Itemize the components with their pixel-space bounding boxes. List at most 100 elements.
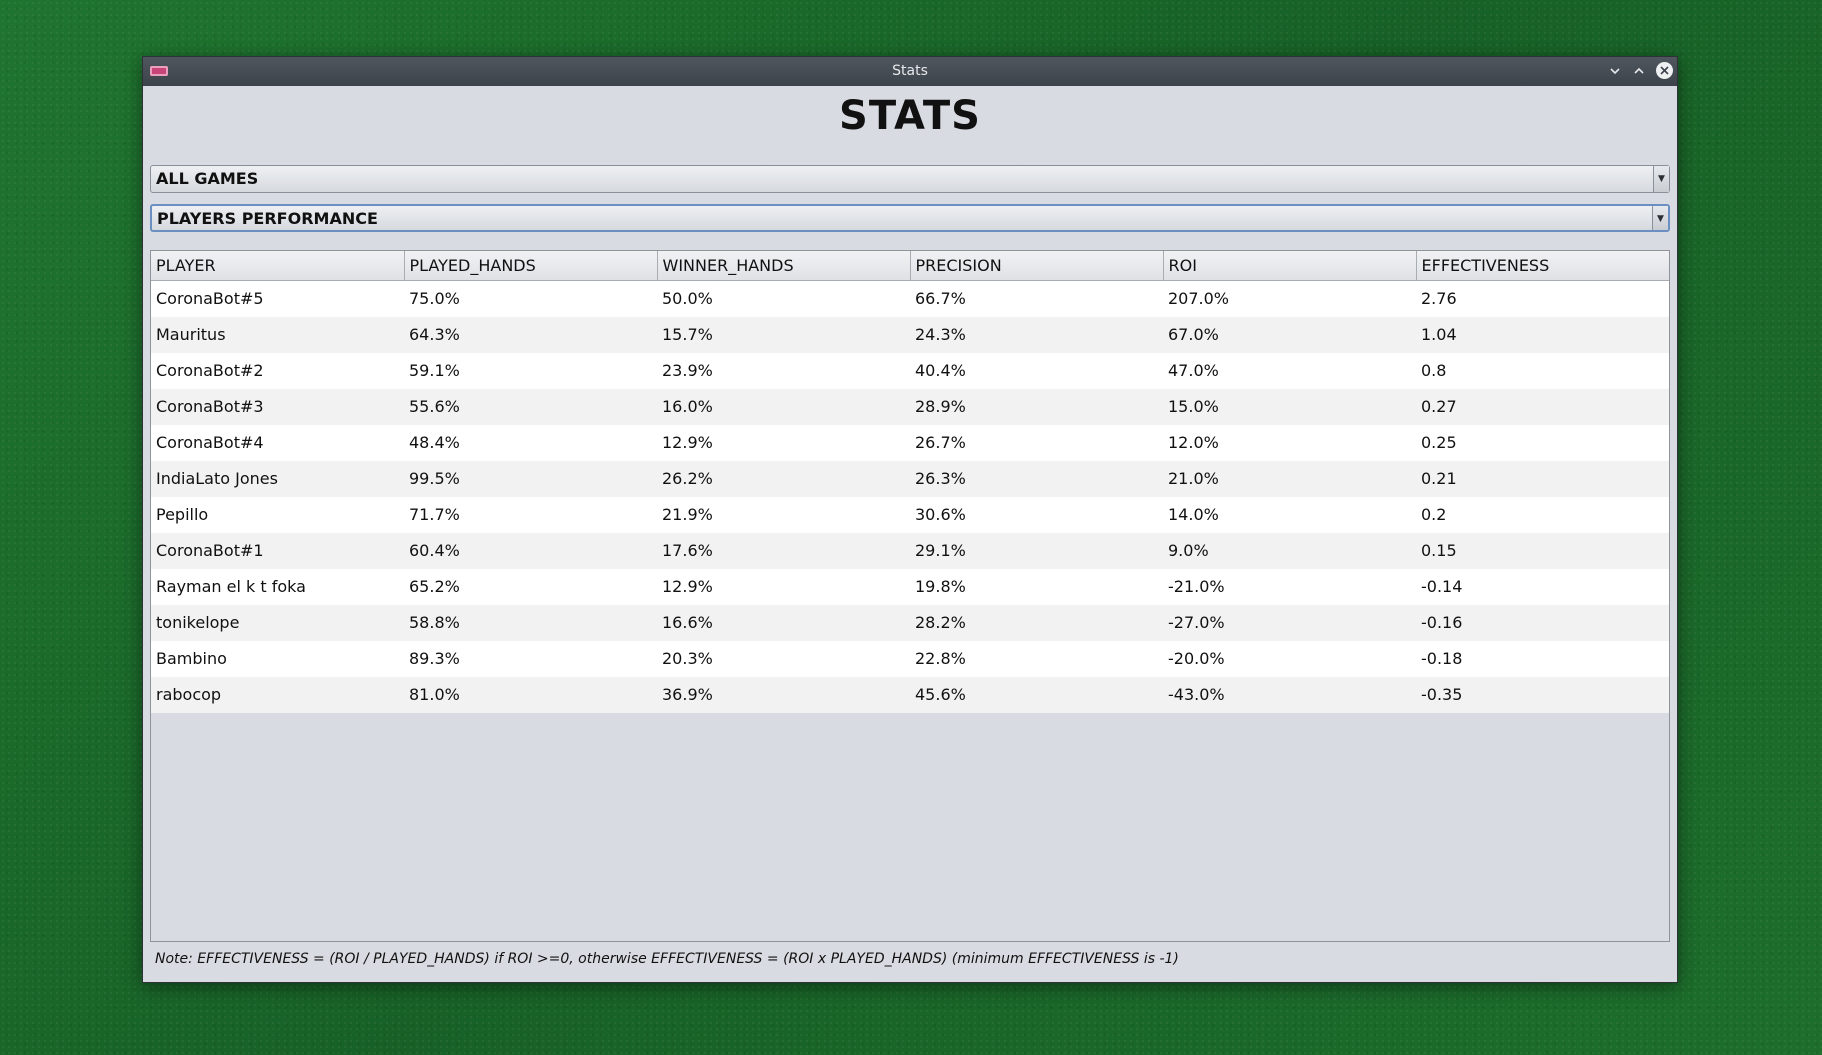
table-cell: CoronaBot#3 (151, 388, 404, 425)
table-cell: 71.7% (404, 496, 657, 533)
page-title: STATS (839, 93, 981, 139)
table-cell: 26.3% (910, 460, 1163, 497)
column-header-player[interactable]: PLAYER (151, 251, 405, 281)
table-cell: 99.5% (404, 460, 657, 497)
table-cell: 9.0% (1163, 532, 1416, 569)
table-cell: 40.4% (910, 352, 1163, 389)
table-cell: -0.18 (1416, 640, 1669, 677)
table-cell: tonikelope (151, 604, 404, 641)
table-cell: 15.0% (1163, 388, 1416, 425)
table-cell: 75.0% (404, 280, 657, 317)
table-cell: 1.04 (1416, 316, 1669, 353)
close-button[interactable] (1654, 61, 1674, 81)
table-cell: 64.3% (404, 316, 657, 353)
table-cell: 23.9% (657, 352, 910, 389)
table-cell: 2.76 (1416, 280, 1669, 317)
table-cell: 50.0% (657, 280, 910, 317)
table-cell: 67.0% (1163, 316, 1416, 353)
report-selector-value: PLAYERS PERFORMANCE (157, 209, 378, 228)
title-bar[interactable]: Stats (143, 57, 1677, 86)
table-cell: 55.6% (404, 388, 657, 425)
table-cell: 28.9% (910, 388, 1163, 425)
table-cell: 45.6% (910, 676, 1163, 713)
table-row[interactable]: rabocop 81.0% 36.9% 45.6% -43.0% -0.35 (151, 676, 1669, 713)
table-cell: 14.0% (1163, 496, 1416, 533)
table-row[interactable]: CoronaBot#5 75.0% 50.0% 66.7% 207.0% 2.76 (151, 280, 1669, 317)
close-icon (1659, 66, 1669, 75)
table-cell: 60.4% (404, 532, 657, 569)
table-row[interactable]: Mauritus 64.3% 15.7% 24.3% 67.0% 1.04 (151, 316, 1669, 353)
table-cell: -0.14 (1416, 568, 1669, 605)
table-row[interactable]: Bambino 89.3% 20.3% 22.8% -20.0% -0.18 (151, 640, 1669, 677)
table-cell: 12.0% (1163, 424, 1416, 461)
table-row[interactable]: CoronaBot#2 59.1% 23.9% 40.4% 47.0% 0.8 (151, 352, 1669, 389)
column-header-effectiveness[interactable]: EFFECTIVENESS (1416, 251, 1669, 281)
table-cell: 16.0% (657, 388, 910, 425)
table-cell: 15.7% (657, 316, 910, 353)
table-cell: Bambino (151, 640, 404, 677)
table-cell: 207.0% (1163, 280, 1416, 317)
table-cell: 21.0% (1163, 460, 1416, 497)
dropdown-arrow-icon[interactable]: ▼ (1652, 206, 1668, 230)
chevron-down-icon (1610, 68, 1620, 75)
table-cell: 26.2% (657, 460, 910, 497)
table-cell: Pepillo (151, 496, 404, 533)
table-cell: 30.6% (910, 496, 1163, 533)
column-header-played-hands[interactable]: PLAYED_HANDS (404, 251, 658, 281)
table-cell: 19.8% (910, 568, 1163, 605)
table-cell: 20.3% (657, 640, 910, 677)
table-cell: -0.35 (1416, 676, 1669, 713)
game-selector-dropdown[interactable]: ALL GAMES ▼ (150, 165, 1670, 193)
table-cell: 17.6% (657, 532, 910, 569)
table-body: CoronaBot#5 75.0% 50.0% 66.7% 207.0% 2.76 Maur… (151, 280, 1669, 713)
table-cell: -0.16 (1416, 604, 1669, 641)
table-cell: Mauritus (151, 316, 404, 353)
effectiveness-note: Note: EFFECTIVENESS = (ROI / PLAYED_HAND… (155, 951, 1179, 967)
table-cell: CoronaBot#5 (151, 280, 404, 317)
table-cell: 16.6% (657, 604, 910, 641)
table-cell: 26.7% (910, 424, 1163, 461)
table-cell: 0.15 (1416, 532, 1669, 569)
table-cell: -27.0% (1163, 604, 1416, 641)
table-cell: -43.0% (1163, 676, 1416, 713)
table-cell: Rayman el k t foka (151, 568, 404, 605)
table-header-row: PLAYER PLAYED_HANDS WINNER_HANDS PRECISI… (151, 251, 1669, 281)
table-cell: 47.0% (1163, 352, 1416, 389)
table-cell: 58.8% (404, 604, 657, 641)
table-cell: 0.21 (1416, 460, 1669, 497)
table-row[interactable]: Rayman el k t foka 65.2% 12.9% 19.8% -21.0% -… (151, 568, 1669, 605)
table-cell: 22.8% (910, 640, 1163, 677)
table-cell: 0.8 (1416, 352, 1669, 389)
table-row[interactable]: CoronaBot#4 48.4% 12.9% 26.7% 12.0% 0.25 (151, 424, 1669, 461)
window-title: Stats (892, 63, 928, 79)
table-cell: 28.2% (910, 604, 1163, 641)
column-header-winner-hands[interactable]: WINNER_HANDS (657, 251, 911, 281)
minimize-button[interactable] (1605, 61, 1625, 81)
table-cell: 81.0% (404, 676, 657, 713)
chevron-up-icon (1634, 67, 1644, 74)
stats-window: Stats STATS ALL GAMES ▼ PLAYERS PERFORMA… (142, 56, 1678, 983)
table-cell: 0.27 (1416, 388, 1669, 425)
dropdown-arrow-icon[interactable]: ▼ (1653, 166, 1669, 192)
column-header-precision[interactable]: PRECISION (910, 251, 1164, 281)
table-row[interactable]: CoronaBot#3 55.6% 16.0% 28.9% 15.0% 0.27 (151, 388, 1669, 425)
table-cell: CoronaBot#2 (151, 352, 404, 389)
table-cell: CoronaBot#1 (151, 532, 404, 569)
table-cell: -21.0% (1163, 568, 1416, 605)
maximize-button[interactable] (1629, 61, 1649, 81)
table-cell: -20.0% (1163, 640, 1416, 677)
stats-table[interactable]: PLAYER PLAYED_HANDS WINNER_HANDS PRECISI… (150, 250, 1670, 942)
table-row[interactable]: tonikelope 58.8% 16.6% 28.2% -27.0% -0.16 (151, 604, 1669, 641)
table-cell: 21.9% (657, 496, 910, 533)
table-cell: 89.3% (404, 640, 657, 677)
table-row[interactable]: IndiaLato Jones 99.5% 26.2% 26.3% 21.0% 0.21 (151, 460, 1669, 497)
table-cell: 36.9% (657, 676, 910, 713)
report-selector-dropdown[interactable]: PLAYERS PERFORMANCE ▼ (150, 204, 1670, 232)
table-cell: CoronaBot#4 (151, 424, 404, 461)
table-row[interactable]: CoronaBot#1 60.4% 17.6% 29.1% 9.0% 0.15 (151, 532, 1669, 569)
table-cell: 0.2 (1416, 496, 1669, 533)
table-cell: 12.9% (657, 424, 910, 461)
table-row[interactable]: Pepillo 71.7% 21.9% 30.6% 14.0% 0.2 (151, 496, 1669, 533)
table-cell: 48.4% (404, 424, 657, 461)
column-header-roi[interactable]: ROI (1163, 251, 1417, 281)
